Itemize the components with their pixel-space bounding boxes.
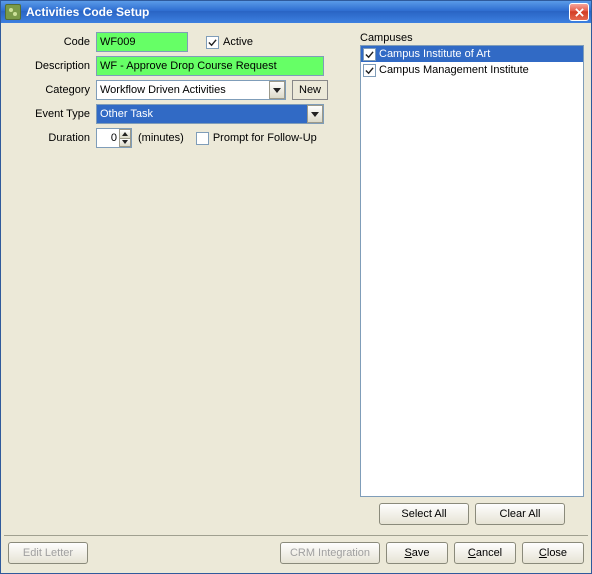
duration-label: Duration xyxy=(8,132,96,144)
checkbox-box xyxy=(196,132,209,145)
chevron-down-icon xyxy=(273,88,281,93)
clear-all-button[interactable]: Clear All xyxy=(475,503,565,525)
close-button[interactable]: Close xyxy=(522,542,584,564)
chevron-up-icon xyxy=(122,132,128,136)
duration-spinner[interactable] xyxy=(96,128,132,148)
category-combo[interactable] xyxy=(96,80,286,100)
campuses-label: Campuses xyxy=(360,32,584,44)
campus-list[interactable]: Campus Institute of Art Campus Management… xyxy=(360,45,584,497)
event-type-input[interactable] xyxy=(96,104,324,124)
titlebar: Activities Code Setup xyxy=(1,1,591,23)
app-icon xyxy=(5,4,21,20)
prompt-followup-checkbox[interactable]: Prompt for Follow-Up xyxy=(196,132,317,145)
crm-integration-button[interactable]: CRM Integration xyxy=(280,542,380,564)
code-input[interactable] xyxy=(96,32,188,52)
new-category-button[interactable]: New xyxy=(292,80,328,100)
select-clear-row: Select All Clear All xyxy=(360,497,584,525)
active-checkbox[interactable]: Active xyxy=(206,36,253,49)
window-title: Activities Code Setup xyxy=(26,5,569,19)
left-panel: Code Active Description Category xyxy=(4,26,354,529)
checkbox-box xyxy=(206,36,219,49)
category-dropdown-button[interactable] xyxy=(269,81,285,99)
spin-down-button[interactable] xyxy=(119,138,131,148)
event-type-row: Event Type xyxy=(8,104,350,124)
check-icon xyxy=(365,50,374,59)
spin-buttons xyxy=(119,129,131,147)
code-label: Code xyxy=(8,36,96,48)
description-input[interactable] xyxy=(96,56,324,76)
window: Activities Code Setup Code Active xyxy=(0,0,592,574)
chevron-down-icon xyxy=(122,140,128,144)
chevron-down-icon xyxy=(311,112,319,117)
active-label: Active xyxy=(223,36,253,48)
client-area: Code Active Description Category xyxy=(1,23,591,573)
right-panel: Campuses Campus Institute of Art Campus M… xyxy=(360,26,588,529)
event-type-combo[interactable] xyxy=(96,104,324,124)
checkbox-box[interactable] xyxy=(363,48,376,61)
check-icon xyxy=(208,38,217,47)
description-label: Description xyxy=(8,60,96,72)
duration-row: Duration (minutes) Prompt for Follow-Up xyxy=(8,128,350,148)
check-icon xyxy=(365,66,374,75)
event-type-label: Event Type xyxy=(8,108,96,120)
save-button[interactable]: Save xyxy=(386,542,448,564)
code-row: Code Active xyxy=(8,32,350,52)
campus-name: Campus Institute of Art xyxy=(379,48,490,60)
close-icon xyxy=(575,8,584,17)
event-type-dropdown-button[interactable] xyxy=(307,105,323,123)
description-row: Description xyxy=(8,56,350,76)
category-label: Category xyxy=(8,84,96,96)
category-row: Category New xyxy=(8,80,350,100)
main-area: Code Active Description Category xyxy=(4,26,588,529)
close-window-button[interactable] xyxy=(569,3,589,21)
category-input[interactable] xyxy=(96,80,286,100)
edit-letter-button[interactable]: Edit Letter xyxy=(8,542,88,564)
duration-units: (minutes) xyxy=(138,132,184,144)
cancel-button[interactable]: Cancel xyxy=(454,542,516,564)
prompt-followup-label: Prompt for Follow-Up xyxy=(213,132,317,144)
campus-item[interactable]: Campus Institute of Art xyxy=(361,46,583,62)
spin-up-button[interactable] xyxy=(119,129,131,138)
checkbox-box[interactable] xyxy=(363,64,376,77)
bottom-bar: Edit Letter CRM Integration Save Cancel … xyxy=(4,536,588,570)
select-all-button[interactable]: Select All xyxy=(379,503,469,525)
campus-name: Campus Management Institute xyxy=(379,64,529,76)
campus-item[interactable]: Campus Management Institute xyxy=(361,62,583,78)
